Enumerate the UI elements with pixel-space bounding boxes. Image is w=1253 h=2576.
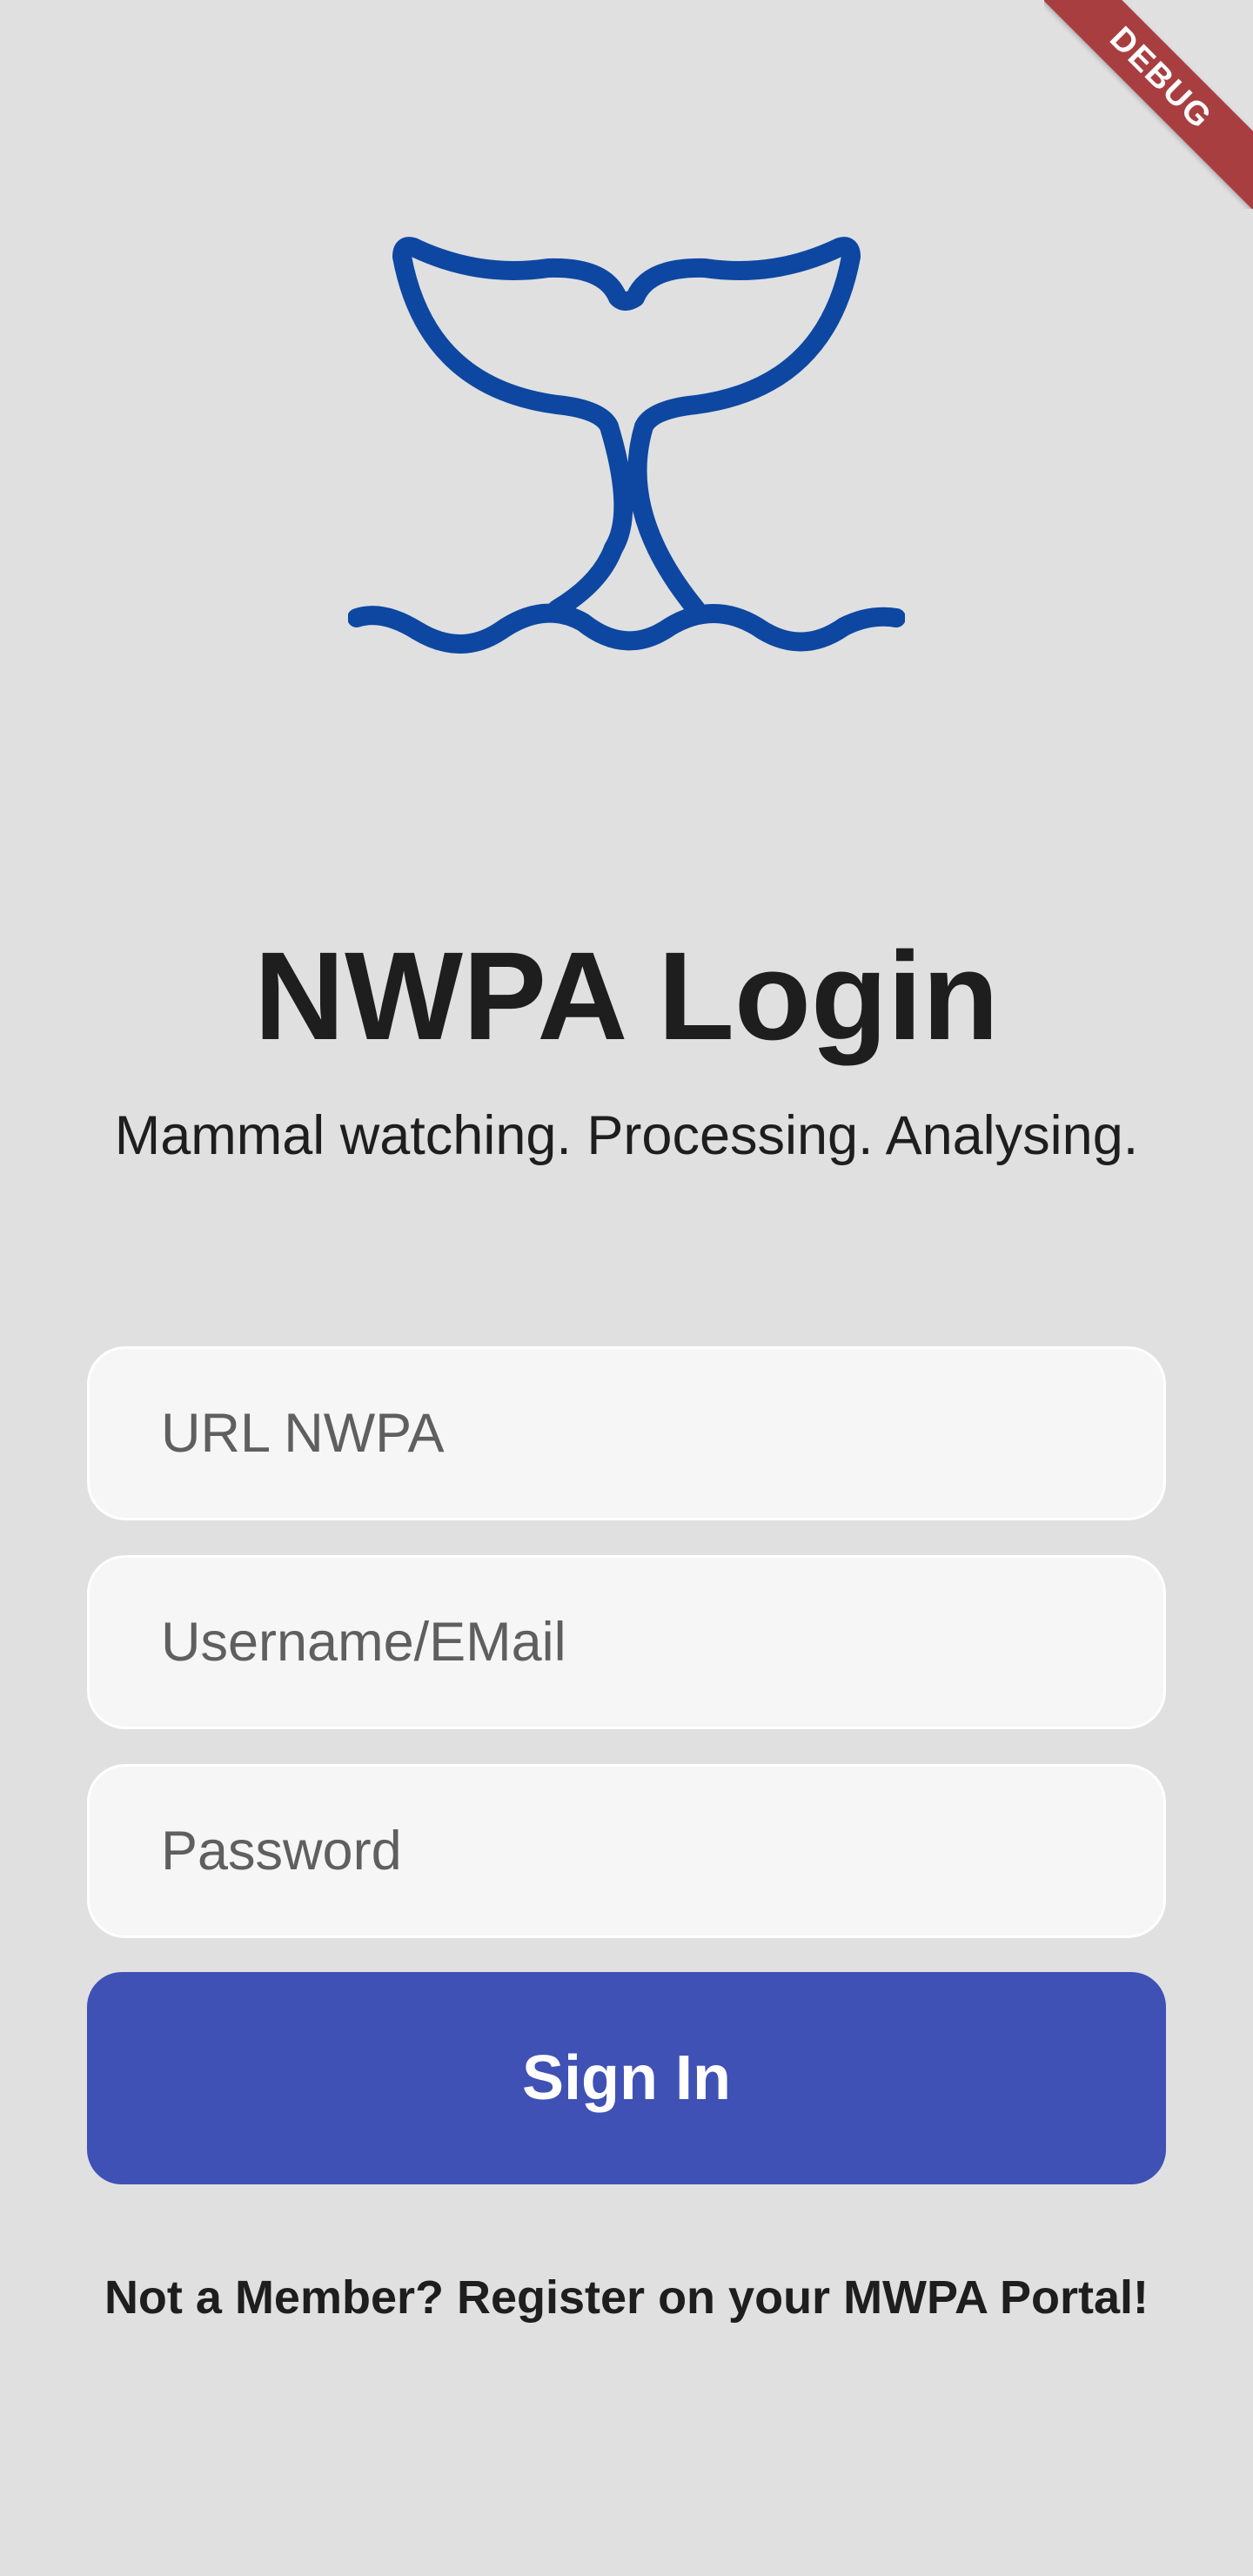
whale-tail-icon: [348, 237, 905, 654]
debug-banner: DEBUG: [1044, 0, 1253, 209]
username-input[interactable]: [90, 1558, 1163, 1727]
url-input[interactable]: [90, 1349, 1163, 1518]
url-field[interactable]: [87, 1346, 1166, 1520]
password-input[interactable]: [90, 1767, 1163, 1935]
password-field[interactable]: [87, 1764, 1166, 1938]
register-link[interactable]: Not a Member? Register on your MWPA Port…: [0, 2263, 1253, 2332]
sign-in-button[interactable]: Sign In: [87, 1972, 1166, 2184]
debug-banner-label: DEBUG: [1044, 0, 1253, 209]
page-subtitle: Mammal watching. Processing. Analysing.: [114, 1105, 1139, 1166]
username-field[interactable]: [87, 1555, 1166, 1729]
page-title: NWPA Login: [254, 926, 999, 1066]
